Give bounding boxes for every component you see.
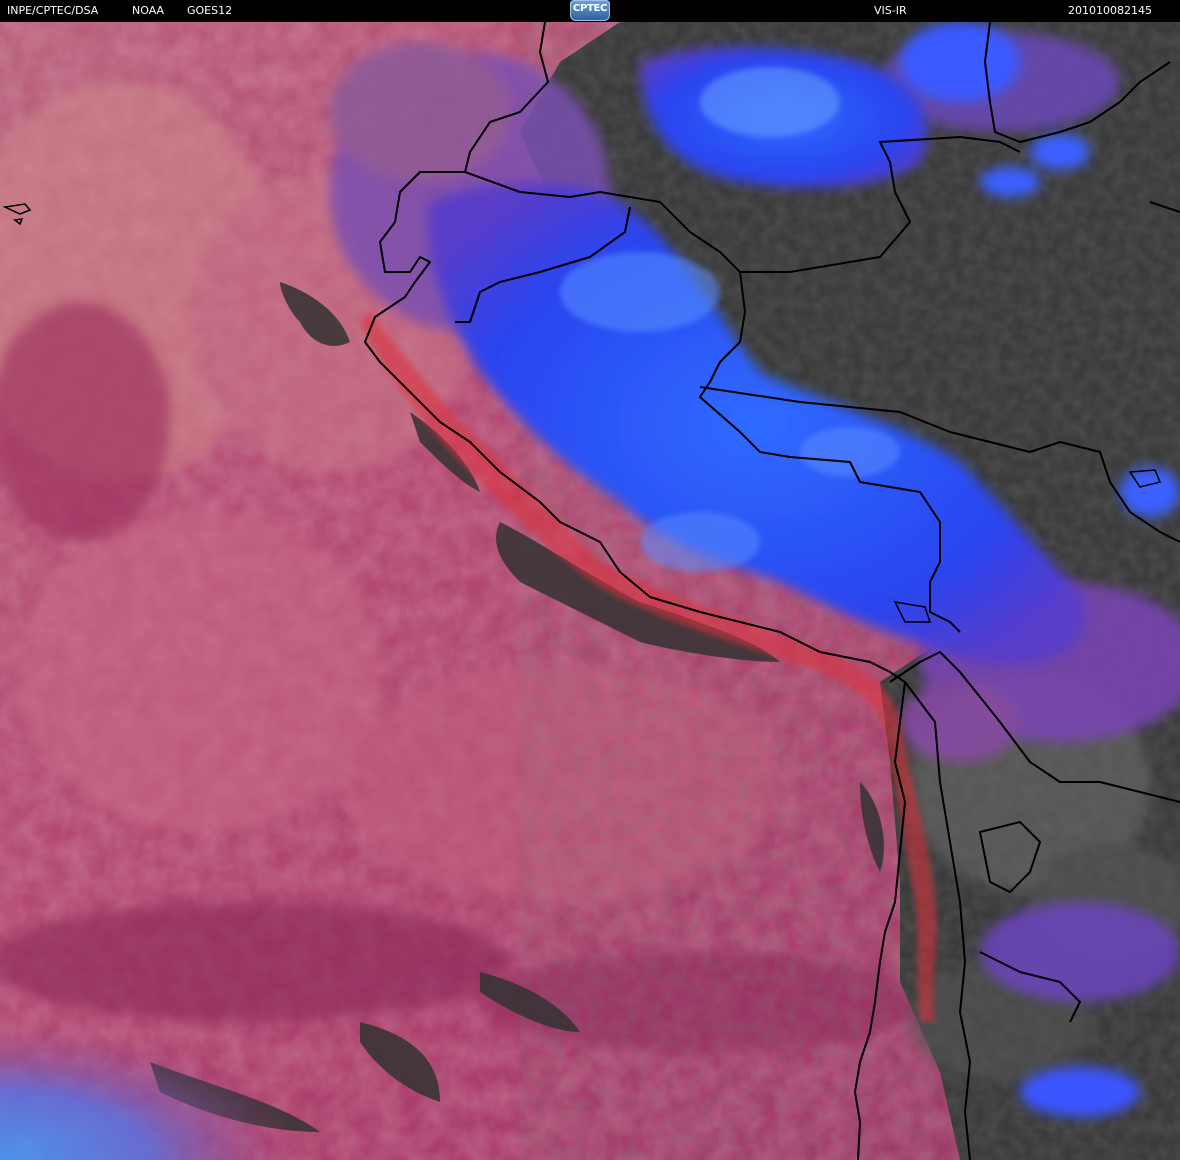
institution-label: INPE/CPTEC/DSA [7, 4, 99, 17]
timestamp-label: 201010082145 [1068, 4, 1152, 17]
imagery-svg [0, 22, 1180, 1160]
cyan-corner-cloud [0, 1022, 300, 1160]
satellite-label: GOES12 [187, 4, 233, 17]
satellite-imagery [0, 22, 1180, 1160]
agency-label: NOAA [132, 4, 165, 17]
satellite-image-viewer: INPE/CPTEC/DSA NOAA GOES12 CPTEC VIS-IR … [0, 0, 1180, 1160]
cptec-logo: CPTEC [570, 0, 610, 21]
cptec-logo-text: CPTEC [572, 3, 608, 14]
product-label: VIS-IR [874, 4, 907, 17]
header-bar: INPE/CPTEC/DSA NOAA GOES12 CPTEC VIS-IR … [0, 0, 1180, 22]
